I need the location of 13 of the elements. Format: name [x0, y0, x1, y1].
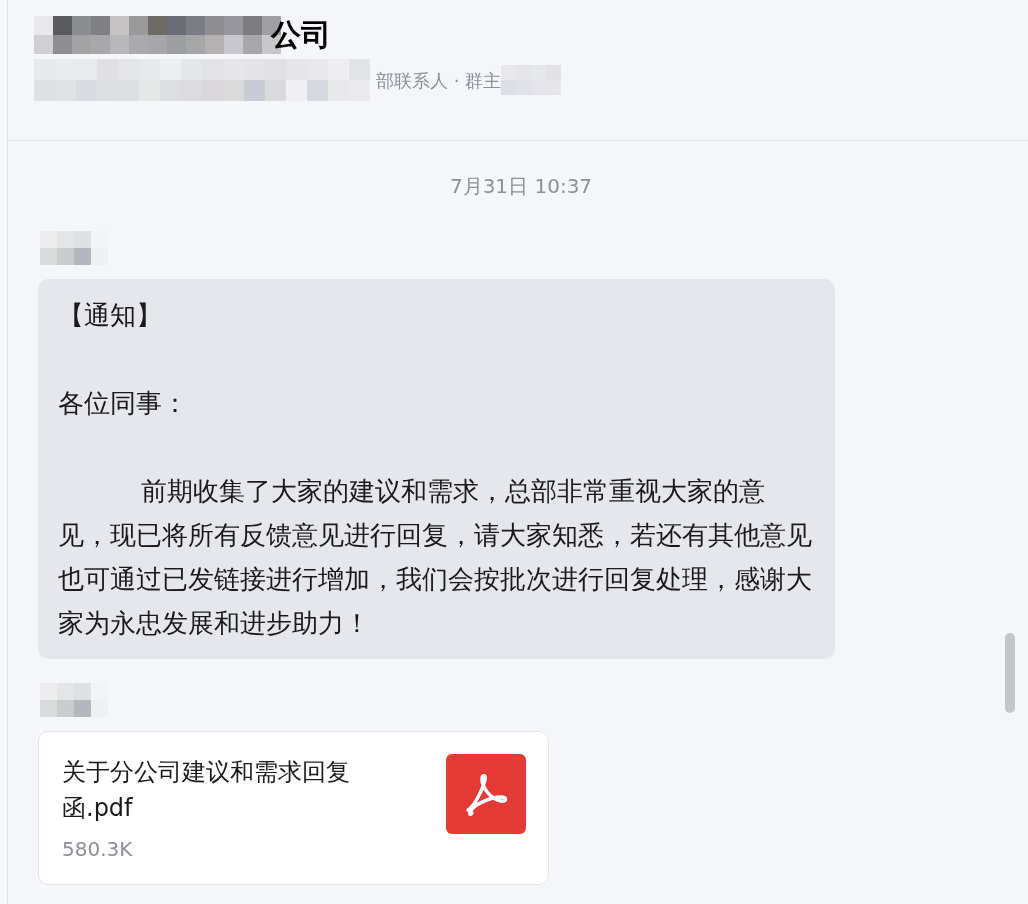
redaction-mosaic: [40, 683, 108, 717]
message-text: 各位同事：: [58, 387, 189, 420]
file-size: 580.3K: [62, 836, 134, 863]
timestamp: 7月31日 10:37: [449, 173, 593, 200]
redaction-mosaic: [40, 231, 108, 265]
file-name: 关于分公司建议和需求回复函.pdf: [62, 757, 351, 824]
scrollbar-thumb[interactable]: [1005, 633, 1015, 713]
message-text: 【通知】: [58, 299, 163, 332]
message-text: 前期收集了大家的建议和需求，总部非常重视大家的意见，现已将所有反馈意见进行回复，请大家知悉，若还有其他意见也可通过已发链接进行增加，我们会按批次进行回复处理，感谢大家为永忠发展和进步助力！: [58, 475, 813, 640]
chat-subtitle: 部联系人 · 群主: [376, 68, 502, 93]
chat-title: 公司: [271, 16, 331, 54]
pdf-file-icon: [446, 754, 526, 834]
file-card[interactable]: 关于分公司建议和需求回复函.pdf 580.3K: [38, 731, 549, 885]
